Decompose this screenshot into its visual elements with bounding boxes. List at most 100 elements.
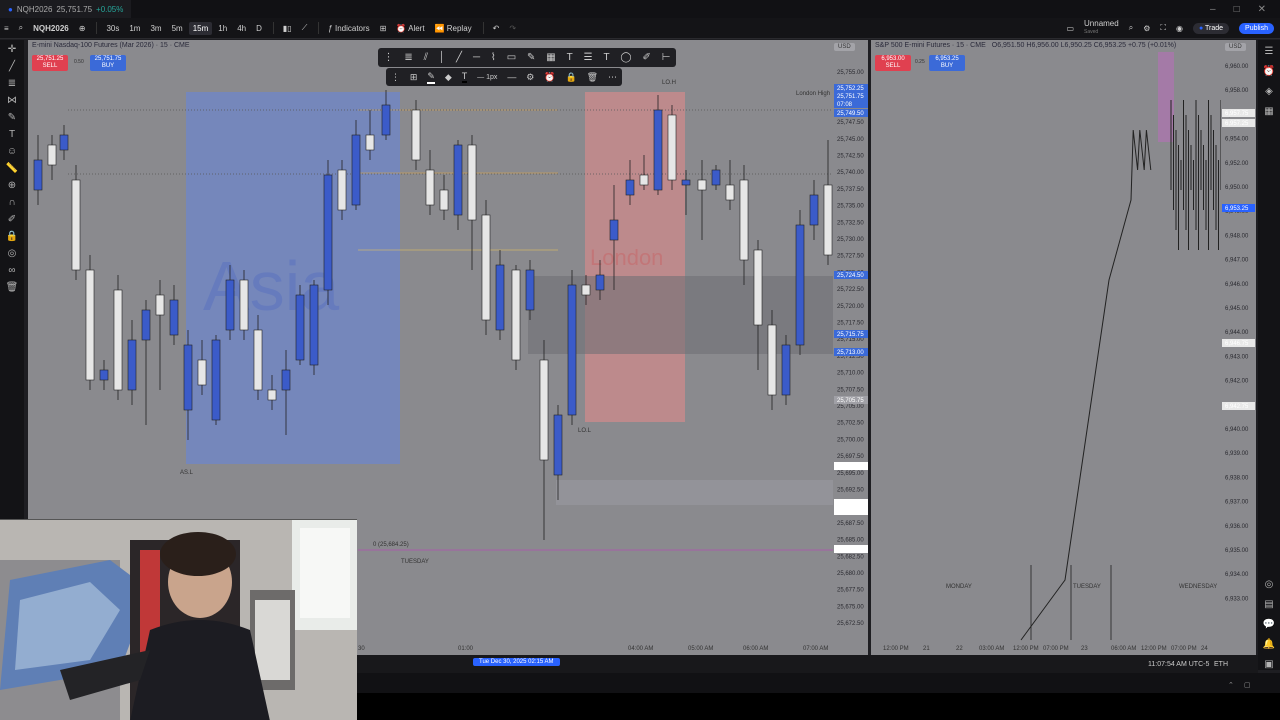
cursor-icon[interactable]: ✛ [8,44,16,55]
vline-icon[interactable]: │ [439,52,445,63]
rectangle-icon[interactable]: ▭ [507,52,516,63]
text-color-icon[interactable]: T [461,71,468,83]
pencil-lock-icon[interactable]: ✐ [8,214,16,225]
fib-tool-icon[interactable]: ≣ [404,52,412,63]
lock-small-icon[interactable]: 🔒 [565,72,576,83]
currency-button[interactable]: USD [834,43,855,51]
grid-icon[interactable]: ▦ [546,52,555,63]
buy-button-sp[interactable]: 6,953.25 BUY [929,55,965,71]
browser-tab[interactable]: ● NQH2026 25,751.75 +0.05% [0,0,132,18]
chart-title: E-mini Nasdaq-100 Futures (Mar 2026) · 1… [32,42,190,49]
zoom-in-icon[interactable]: ⊕ [8,180,16,191]
path-icon[interactable]: ⌇ [491,52,496,63]
alert-button[interactable]: ⏰ Alert [392,22,428,35]
help-icon[interactable]: ▣ [1264,659,1273,670]
symbol-search-button[interactable]: NQH2026 [29,22,73,35]
search-icon[interactable]: ⌕ [15,21,27,35]
alerts-icon[interactable]: ⏰ [1263,66,1275,77]
maximize-panel-icon[interactable]: ▢ [1244,681,1251,689]
eye-icon[interactable]: ◎ [8,248,17,259]
measure-icon[interactable]: ⊢ [662,52,671,63]
hline-icon[interactable]: ─ [473,52,480,63]
collapse-icon[interactable]: ⌃ [1228,681,1234,689]
sell-button-sp[interactable]: 6,953.00 SELL [875,55,911,71]
more-icon[interactable]: ⋯ [608,72,617,83]
channel-icon[interactable]: ⫽ [424,52,428,63]
alert-add-icon[interactable]: ⏰ [544,72,555,83]
sell-button[interactable]: 25,751.25 SELL [32,55,68,71]
price-tag: 25,724.50 [834,271,868,279]
layout-icon[interactable]: ▭ [1066,24,1074,33]
notifications-icon[interactable]: 🔔 [1263,639,1275,650]
candle-body [753,249,763,326]
publish-button[interactable]: Publish [1239,22,1274,34]
close-icon[interactable]: ✕ [1258,4,1266,15]
fullscreen-icon[interactable]: ⛶ [1160,23,1166,33]
interval-15m[interactable]: 15m [188,21,213,35]
fill-color-icon[interactable]: ◆ [445,72,452,83]
line-width-icon[interactable]: — 1px [477,74,497,81]
undo-icon[interactable]: ↶ [489,22,504,35]
list-icon[interactable]: ☰ [584,52,593,63]
drag-handle-icon[interactable]: ⋮ [383,52,393,63]
separator [272,22,274,34]
text-icon[interactable]: T [9,129,15,140]
interval-5m[interactable]: 5m [168,22,187,35]
sp500-candlestick-chart[interactable]: 6,960.006,958.006,956.006,954.006,952.00… [871,40,1256,655]
layers-icon[interactable]: ◈ [1265,86,1273,97]
magnet-icon[interactable]: ∩ [8,197,15,208]
circle-icon[interactable]: ◯ [620,52,631,63]
ruler-icon[interactable]: 📏 [6,163,18,174]
template-icon[interactable]: ⊞ [410,72,418,83]
pattern-icon[interactable]: ⋈ [7,95,17,106]
line-chart-icon[interactable]: ⟋ [298,21,312,35]
rewind-icon: ⏪ [434,23,447,33]
emoji-icon[interactable]: ☺ [7,146,17,157]
templates-icon[interactable]: ⊞ [376,22,391,35]
compare-icon[interactable]: ⊕ [75,22,90,35]
redo-icon[interactable]: ↷ [505,22,520,35]
highlighter-icon[interactable]: ✐ [643,52,651,63]
pen-color-icon[interactable]: ✎ [427,71,435,84]
trash-icon[interactable]: 🗑 [6,282,19,293]
interval-1m[interactable]: 1m [125,22,144,35]
trend-line-icon[interactable]: ╱ [9,61,15,72]
snapshot-icon[interactable]: ◉ [1176,24,1183,33]
data-window-icon[interactable]: ▤ [1264,599,1273,610]
text-tool-icon[interactable]: T [567,52,573,63]
chart-pane-sp500[interactable]: 6,960.006,958.006,956.006,954.006,952.00… [871,40,1256,655]
drag-handle-icon[interactable]: ⋮ [391,72,400,83]
interval-1h[interactable]: 1h [214,22,231,35]
quick-search-icon[interactable]: ⌕ [1129,23,1133,33]
link-icon[interactable]: ∞ [8,265,15,276]
maximize-icon[interactable]: □ [1234,4,1240,15]
line-icon[interactable]: ╱ [456,52,462,63]
interval-D[interactable]: D [252,22,266,35]
buy-button[interactable]: 25,751.75 BUY [90,55,126,71]
delete-icon[interactable]: 🗑 [587,72,598,83]
currency-button-sp[interactable]: USD [1225,43,1246,51]
calendar-icon[interactable]: ▦ [1264,106,1273,117]
menu-icon[interactable]: ≡ [0,22,13,35]
target-icon[interactable]: ◎ [1265,579,1274,590]
layout-name-button[interactable]: Unnamed Saved [1084,20,1119,36]
text-t-icon[interactable]: T [603,52,609,63]
interval-4h[interactable]: 4h [233,22,250,35]
settings-icon[interactable]: ⚙ [1143,24,1150,33]
replay-button[interactable]: ⏪ Replay [431,22,476,35]
indicators-button[interactable]: ƒ Indicators [324,22,373,35]
line-style-icon[interactable]: — [507,72,516,82]
chart-type-icon[interactable]: ▮▯ [279,22,296,35]
brush-tool-icon[interactable]: ✎ [527,52,535,63]
brush-icon[interactable]: ✎ [8,112,16,123]
interval-3m[interactable]: 3m [146,22,165,35]
fib-icon[interactable]: ≣ [8,78,16,89]
watchlist-icon[interactable]: ☰ [1265,46,1274,57]
trade-button[interactable]: ● Trade [1192,22,1230,34]
interval-30s[interactable]: 30s [102,22,123,35]
lock-icon[interactable]: 🔒 [6,231,18,242]
chat-icon[interactable]: 💬 [1263,619,1275,630]
session-toggle[interactable]: ETH [1214,661,1228,668]
minimize-icon[interactable]: – [1210,4,1216,15]
settings-small-icon[interactable]: ⚙ [526,72,534,83]
